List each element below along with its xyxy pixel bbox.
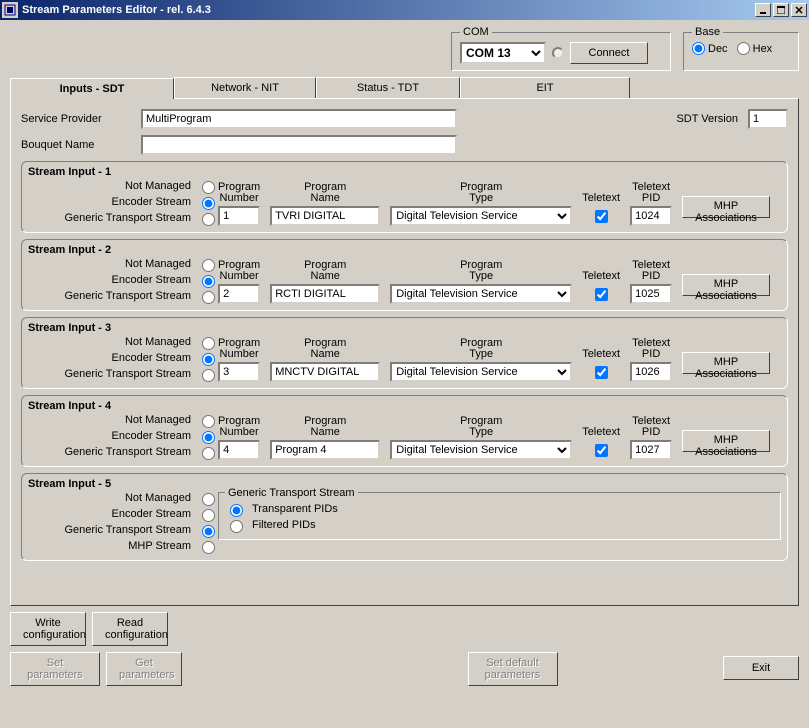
stream1-program-type-select[interactable]: Digital Television Service xyxy=(390,206,572,226)
stream2-teletext-checkbox[interactable] xyxy=(595,288,608,301)
stream1-teletext-pid-input[interactable] xyxy=(630,206,672,226)
stream3-generic-radio[interactable] xyxy=(202,369,215,382)
stream2-teletext-pid-input[interactable] xyxy=(630,284,672,304)
connect-button[interactable]: Connect xyxy=(570,42,648,64)
close-button[interactable] xyxy=(791,3,807,17)
stream-input-4: Stream Input - 4 Not Managed Encoder Str… xyxy=(21,395,788,467)
maximize-button[interactable] xyxy=(773,3,789,17)
stream4-title: Stream Input - 4 xyxy=(28,400,781,412)
stream2-encoder-radio[interactable] xyxy=(202,275,215,288)
set-parameters-button[interactable]: Set parameters xyxy=(10,652,100,686)
stream4-program-name-input[interactable] xyxy=(270,440,380,460)
stream4-teletext-checkbox[interactable] xyxy=(595,444,608,457)
tab-eit[interactable]: EIT xyxy=(460,77,630,98)
stream4-not-managed-radio[interactable] xyxy=(202,415,215,428)
stream1-generic-radio[interactable] xyxy=(202,213,215,226)
stream5-transparent-pids-radio[interactable] xyxy=(230,504,243,517)
bouquet-name-label: Bouquet Name xyxy=(21,139,141,151)
stream3-title: Stream Input - 3 xyxy=(28,322,781,334)
write-config-button[interactable]: Writeconfiguration xyxy=(10,612,86,646)
stream4-mhp-associations-button[interactable]: MHPAssociations xyxy=(682,430,770,452)
tab-body: Service Provider SDT Version Bouquet Nam… xyxy=(10,98,799,606)
com-status-led xyxy=(552,47,564,59)
stream1-mhp-associations-button[interactable]: MHPAssociations xyxy=(682,196,770,218)
sdt-version-label: SDT Version xyxy=(676,113,738,125)
stream-input-1: Stream Input - 1 Not Managed Encoder Str… xyxy=(21,161,788,233)
stream5-not-managed-radio[interactable] xyxy=(202,493,215,506)
stream1-encoder-radio[interactable] xyxy=(202,197,215,210)
sdt-version-input[interactable] xyxy=(748,109,788,129)
set-default-parameters-button[interactable]: Set defaultparameters xyxy=(468,652,558,686)
stream-input-5: Stream Input - 5 Not Managed Encoder Str… xyxy=(21,473,788,561)
get-parameters-button[interactable]: Getparameters xyxy=(106,652,182,686)
base-group-label: Base xyxy=(692,26,723,38)
stream1-not-managed-radio[interactable] xyxy=(202,181,215,194)
stream2-mhp-associations-button[interactable]: MHPAssociations xyxy=(682,274,770,296)
read-config-button[interactable]: Readconfiguration xyxy=(92,612,168,646)
exit-button[interactable]: Exit xyxy=(723,656,799,680)
tab-network[interactable]: Network - NIT xyxy=(174,77,316,98)
app-icon xyxy=(2,2,18,18)
minimize-button[interactable] xyxy=(755,3,771,17)
stream5-generic-radio[interactable] xyxy=(202,525,215,538)
window-title: Stream Parameters Editor - rel. 6.4.3 xyxy=(22,4,755,16)
title-bar: Stream Parameters Editor - rel. 6.4.3 xyxy=(0,0,809,20)
stream2-not-managed-radio[interactable] xyxy=(202,259,215,272)
stream-input-3: Stream Input - 3 Not Managed Encoder Str… xyxy=(21,317,788,389)
stream4-program-number-input[interactable] xyxy=(218,440,260,460)
service-provider-label: Service Provider xyxy=(21,113,141,125)
service-provider-input[interactable] xyxy=(141,109,457,129)
stream-input-2: Stream Input - 2 Not Managed Encoder Str… xyxy=(21,239,788,311)
stream2-program-type-select[interactable]: Digital Television Service xyxy=(390,284,572,304)
base-group: Base Dec Hex xyxy=(683,26,799,71)
com-group: COM COM 13 Connect xyxy=(451,26,671,71)
stream1-teletext-checkbox[interactable] xyxy=(595,210,608,223)
stream4-program-type-select[interactable]: Digital Television Service xyxy=(390,440,572,460)
com-port-select[interactable]: COM 13 xyxy=(460,42,546,64)
stream3-not-managed-radio[interactable] xyxy=(202,337,215,350)
stream2-title: Stream Input - 2 xyxy=(28,244,781,256)
stream5-gts-group: Generic Transport Stream Transparent PID… xyxy=(218,492,781,540)
stream4-encoder-radio[interactable] xyxy=(202,431,215,444)
stream2-program-name-input[interactable] xyxy=(270,284,380,304)
tab-bar: Inputs - SDT Network - NIT Status - TDT … xyxy=(10,77,799,98)
stream5-encoder-radio[interactable] xyxy=(202,509,215,522)
stream1-program-number-input[interactable] xyxy=(218,206,260,226)
stream5-title: Stream Input - 5 xyxy=(28,478,781,490)
stream5-filtered-pids-radio[interactable] xyxy=(230,520,243,533)
stream3-teletext-checkbox[interactable] xyxy=(595,366,608,379)
bouquet-name-input[interactable] xyxy=(141,135,457,155)
stream3-mhp-associations-button[interactable]: MHPAssociations xyxy=(682,352,770,374)
stream2-generic-radio[interactable] xyxy=(202,291,215,304)
stream1-title: Stream Input - 1 xyxy=(28,166,781,178)
tab-inputs[interactable]: Inputs - SDT xyxy=(10,78,174,99)
stream3-teletext-pid-input[interactable] xyxy=(630,362,672,382)
stream3-encoder-radio[interactable] xyxy=(202,353,215,366)
base-dec-radio[interactable]: Dec xyxy=(692,42,728,55)
base-hex-radio[interactable]: Hex xyxy=(737,42,773,55)
stream4-teletext-pid-input[interactable] xyxy=(630,440,672,460)
stream3-program-name-input[interactable] xyxy=(270,362,380,382)
stream2-program-number-input[interactable] xyxy=(218,284,260,304)
com-group-label: COM xyxy=(460,26,492,38)
stream3-program-number-input[interactable] xyxy=(218,362,260,382)
stream3-program-type-select[interactable]: Digital Television Service xyxy=(390,362,572,382)
stream5-mhp-radio[interactable] xyxy=(202,541,215,554)
stream4-generic-radio[interactable] xyxy=(202,447,215,460)
tab-status[interactable]: Status - TDT xyxy=(316,77,460,98)
stream1-program-name-input[interactable] xyxy=(270,206,380,226)
